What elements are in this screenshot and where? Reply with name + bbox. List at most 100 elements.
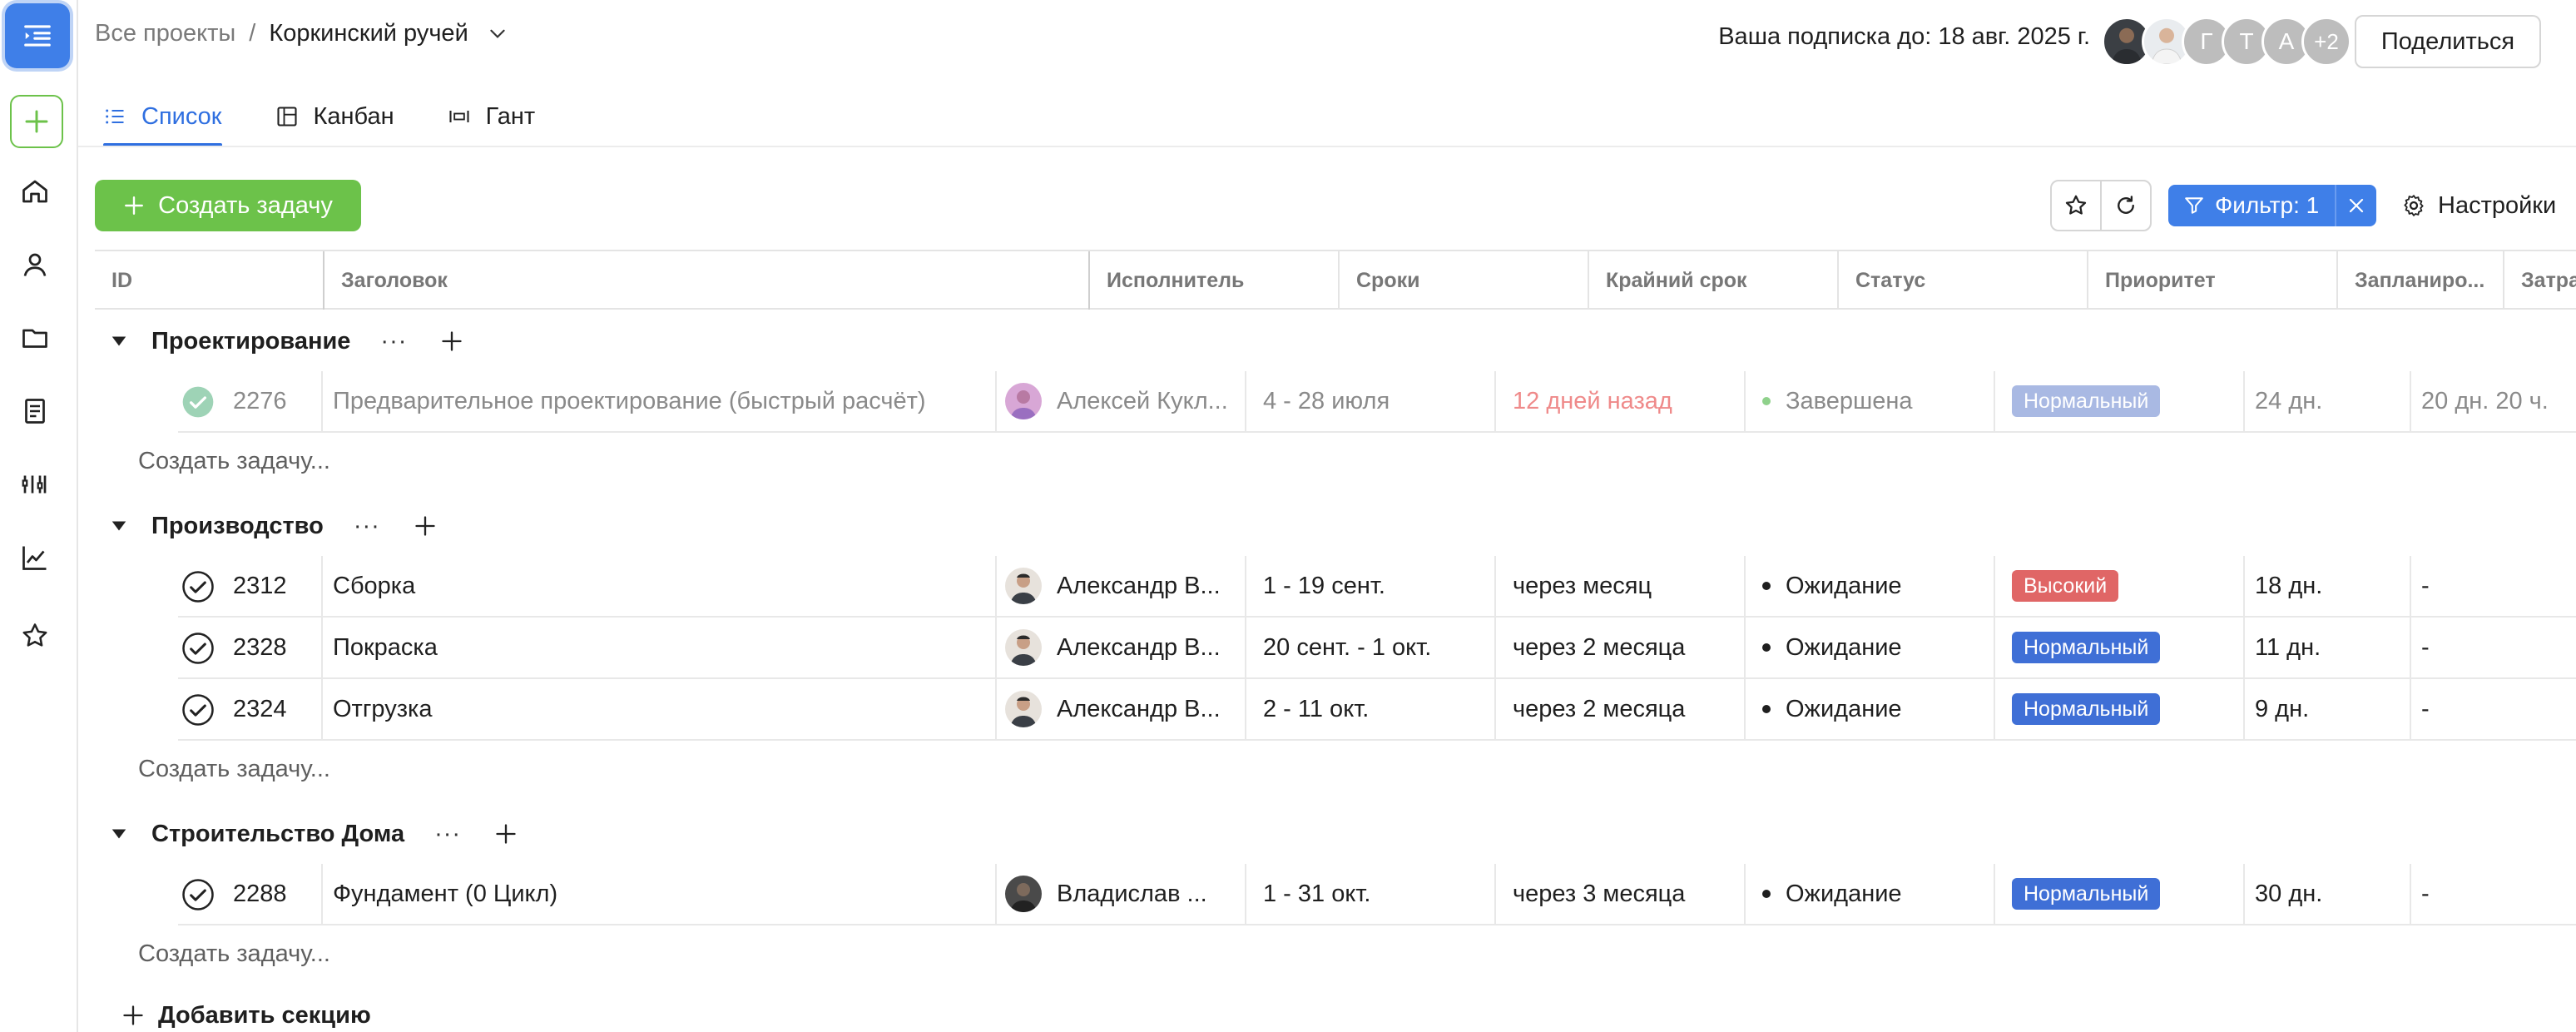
nav-profile[interactable] (17, 246, 53, 283)
table-row[interactable]: 2328 Покраска Александр В... 20 сент. - … (178, 618, 2576, 679)
column-planned[interactable]: Запланиро... (2338, 251, 2504, 310)
column-dates[interactable]: Сроки (1340, 251, 1589, 310)
task-priority[interactable]: Высокий (1994, 556, 2243, 616)
task-deadline[interactable]: через 2 месяца (1494, 679, 1744, 739)
task-id: 2276 (233, 387, 287, 414)
check-circle-icon[interactable] (181, 693, 215, 727)
create-task-link[interactable]: Создать задачу... (138, 752, 330, 786)
add-section-button[interactable]: Добавить секцию (121, 999, 371, 1032)
nav-resources[interactable] (17, 466, 53, 503)
task-assignee[interactable]: Александр В... (995, 679, 1245, 739)
task-status[interactable]: Ожидание (1744, 864, 1994, 924)
nav-favorites[interactable] (17, 618, 53, 654)
task-status[interactable]: Ожидание (1744, 679, 1994, 739)
table-row[interactable]: 2312 Сборка Александр В... 1 - 19 сент. … (178, 556, 2576, 618)
task-assignee[interactable]: Алексей Кукл... (995, 371, 1245, 431)
list-icon (106, 109, 124, 124)
column-priority[interactable]: Приоритет (2088, 251, 2338, 310)
task-status[interactable]: Ожидание (1744, 556, 1994, 616)
task-deadline[interactable]: через 2 месяца (1494, 618, 1744, 677)
section-name[interactable]: Строительство Дома (151, 821, 404, 848)
check-circle-icon[interactable] (181, 878, 215, 911)
share-button[interactable]: Поделиться (2355, 15, 2541, 68)
task-dates[interactable]: 20 сент. - 1 окт. (1245, 618, 1494, 677)
tab-kanban[interactable]: Канбан (275, 87, 394, 146)
section-menu-button[interactable]: ··· (434, 821, 461, 848)
gear-icon (2404, 195, 2424, 216)
menu-toggle-button[interactable] (5, 3, 70, 68)
task-spent: - (2410, 864, 2576, 924)
table-row[interactable]: 2276 Предварительное проектирование (быс… (178, 371, 2576, 433)
column-status[interactable]: Статус (1839, 251, 2088, 310)
create-task-link[interactable]: Создать задачу... (138, 937, 330, 970)
avatar (1005, 568, 1042, 604)
task-dates[interactable]: 2 - 11 окт. (1245, 679, 1494, 739)
task-title[interactable]: Предварительное проектирование (быстрый … (321, 371, 995, 431)
tab-gantt[interactable]: Гант (448, 87, 535, 146)
plus-icon[interactable] (494, 822, 518, 846)
section-name[interactable]: Производство (151, 513, 324, 540)
task-assignee[interactable]: Александр В... (995, 556, 1245, 616)
task-status[interactable]: Завершена (1744, 371, 1994, 431)
filter-button[interactable]: Фильтр: 1 (2168, 192, 2335, 219)
task-status[interactable]: Ожидание (1744, 618, 1994, 677)
task-planned: 9 дн. (2243, 679, 2410, 739)
task-priority[interactable]: Нормальный (1994, 371, 2243, 431)
column-title[interactable]: Заголовок (323, 251, 1090, 310)
column-assignee[interactable]: Исполнитель (1090, 251, 1340, 310)
table-row[interactable]: 2288 Фундамент (0 Цикл) Владислав ... 1 … (178, 864, 2576, 925)
task-dates[interactable]: 1 - 19 сент. (1245, 556, 1494, 616)
task-deadline[interactable]: через 3 месяца (1494, 864, 1744, 924)
favorite-button[interactable] (2050, 180, 2102, 231)
table-row[interactable]: 2324 Отгрузка Александр В... 2 - 11 окт.… (178, 679, 2576, 741)
section-menu-button[interactable]: ··· (354, 513, 380, 540)
task-title[interactable]: Отгрузка (321, 679, 995, 739)
breadcrumb-project[interactable]: Коркинский ручей (269, 20, 468, 47)
completed-check-icon[interactable] (181, 385, 215, 419)
task-dates[interactable]: 1 - 31 окт. (1245, 864, 1494, 924)
section-menu-button[interactable]: ··· (380, 328, 407, 355)
clear-filter-button[interactable] (2335, 185, 2376, 226)
plus-icon[interactable] (414, 514, 437, 538)
caret-down-icon[interactable] (110, 332, 128, 350)
check-circle-icon[interactable] (181, 570, 215, 603)
section-name[interactable]: Проектирование (151, 328, 350, 355)
task-planned: 11 дн. (2243, 618, 2410, 677)
task-id: 2328 (233, 633, 287, 661)
project-dropdown[interactable] (487, 22, 508, 44)
settings-button[interactable]: Настройки (2401, 185, 2556, 226)
quick-add-button[interactable] (10, 95, 63, 148)
tab-list[interactable]: Список (103, 87, 222, 146)
task-title[interactable]: Сборка (321, 556, 995, 616)
avatars-overflow[interactable]: +2 (2301, 17, 2351, 67)
nav-analytics[interactable] (17, 539, 53, 576)
task-assignee[interactable]: Владислав ... (995, 864, 1245, 924)
breadcrumb-all-projects[interactable]: Все проекты (95, 20, 235, 47)
task-title[interactable]: Покраска (321, 618, 995, 677)
avatar (1005, 691, 1042, 727)
task-dates[interactable]: 4 - 28 июля (1245, 371, 1494, 431)
plus-icon (123, 1005, 143, 1025)
create-task-button[interactable]: Создать задачу (95, 180, 361, 231)
caret-down-icon[interactable] (110, 825, 128, 843)
nav-projects[interactable] (17, 320, 53, 356)
task-title[interactable]: Фундамент (0 Цикл) (321, 864, 995, 924)
task-priority[interactable]: Нормальный (1994, 679, 2243, 739)
task-spent: - (2410, 556, 2576, 616)
check-circle-icon[interactable] (181, 632, 215, 665)
task-assignee[interactable]: Александр В... (995, 618, 1245, 677)
task-deadline[interactable]: через месяц (1494, 556, 1744, 616)
nav-documents[interactable] (17, 393, 53, 429)
column-deadline[interactable]: Крайний срок (1589, 251, 1839, 310)
refresh-button[interactable] (2100, 180, 2152, 231)
caret-down-icon[interactable] (110, 517, 128, 535)
task-priority[interactable]: Нормальный (1994, 864, 2243, 924)
create-task-link[interactable]: Создать задачу... (138, 444, 330, 478)
task-deadline[interactable]: 12 дней назад (1494, 371, 1744, 431)
plus-icon[interactable] (440, 330, 463, 353)
nav-home[interactable] (17, 173, 53, 210)
column-spent[interactable]: Затрачено ... (2504, 251, 2576, 310)
refresh-icon (2118, 196, 2134, 214)
column-id[interactable]: ID (95, 251, 323, 310)
task-priority[interactable]: Нормальный (1994, 618, 2243, 677)
